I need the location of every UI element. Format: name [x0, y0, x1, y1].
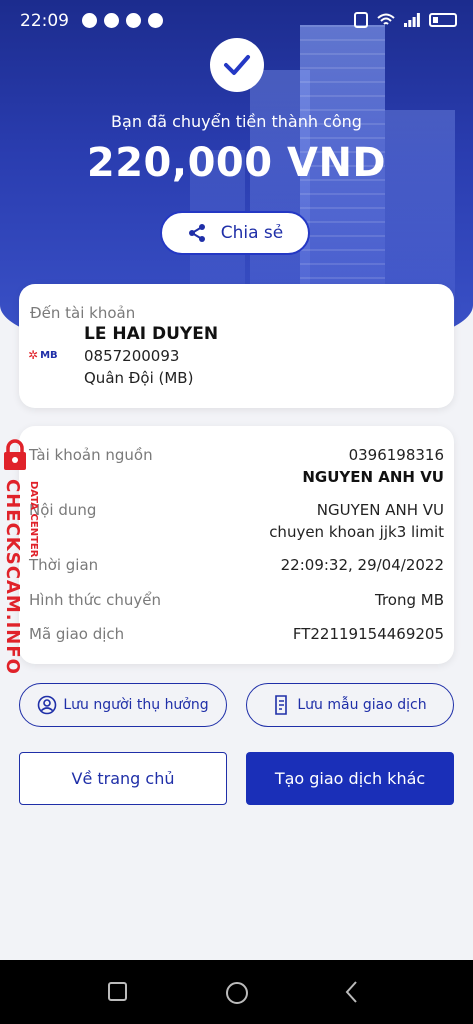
share-icon	[188, 224, 205, 242]
save-beneficiary-label: Lưu người thụ hưởng	[63, 697, 209, 713]
status-time: 22:09	[20, 11, 69, 31]
share-button[interactable]: Chia sẻ	[160, 211, 310, 255]
signal-icon	[404, 13, 420, 27]
recipient-account: 0857200093	[84, 347, 180, 365]
vibrate-icon	[354, 12, 368, 28]
messenger-icon	[82, 13, 97, 28]
android-nav-bar	[0, 960, 473, 1024]
mb-bank-logo: ✲ MB	[28, 348, 58, 362]
share-label: Chia sẻ	[220, 223, 284, 243]
success-message: Bạn đã chuyển tiền thành công	[111, 112, 362, 131]
system-icons	[354, 12, 457, 28]
recipient-bank: Quân Đội (MB)	[84, 369, 194, 387]
save-beneficiary-button[interactable]: Lưu người thụ hưởng	[19, 683, 227, 727]
cloud-icon	[126, 13, 141, 28]
watermark-text: CHECKSCAM.INFO	[2, 479, 23, 675]
transaction-id-value: FT22119154469205	[292, 625, 444, 643]
transfer-amount: 220,000 VND	[86, 140, 387, 186]
content-line-2: chuyen khoan jjk3 limit	[269, 523, 444, 541]
star-icon: ✲	[28, 348, 39, 362]
watermark-subtext: DATA CENTER	[28, 481, 39, 558]
time-value: 22:09:32, 29/04/2022	[280, 556, 444, 574]
recipient-name: LE HAI DUYEN	[84, 324, 219, 344]
wifi-icon	[377, 13, 395, 25]
app-icon	[148, 13, 163, 28]
user-icon	[38, 695, 57, 715]
chat-icon	[104, 13, 119, 28]
back-nav-button[interactable]	[344, 980, 358, 1004]
method-value: Trong MB	[374, 591, 444, 609]
battery-icon	[429, 13, 457, 27]
save-template-button[interactable]: Lưu mẫu giao dịch	[246, 683, 454, 727]
recent-apps-button[interactable]	[108, 982, 127, 1001]
save-template-label: Lưu mẫu giao dịch	[297, 697, 427, 713]
source-account-name: NGUYEN ANH VU	[302, 468, 444, 486]
home-button[interactable]: Về trang chủ	[19, 752, 227, 805]
transaction-details-card: Tài khoản nguồn 0396198316 NGUYEN ANH VU…	[19, 426, 454, 664]
document-icon	[275, 695, 288, 715]
source-account-number: 0396198316	[348, 446, 444, 464]
recipient-label: Đến tài khoản	[30, 304, 136, 322]
success-check-icon	[210, 38, 264, 92]
watermark: CHECKSCAM.INFO DATA CENTER	[0, 437, 50, 675]
content-line-1: NGUYEN ANH VU	[316, 501, 444, 519]
home-nav-button[interactable]	[226, 982, 248, 1004]
new-transaction-button[interactable]: Tạo giao dịch khác	[246, 752, 454, 805]
lock-icon	[4, 439, 26, 470]
recipient-card: Đến tài khoản ✲ MB LE HAI DUYEN 08572000…	[19, 284, 454, 408]
notification-icons	[82, 13, 163, 28]
